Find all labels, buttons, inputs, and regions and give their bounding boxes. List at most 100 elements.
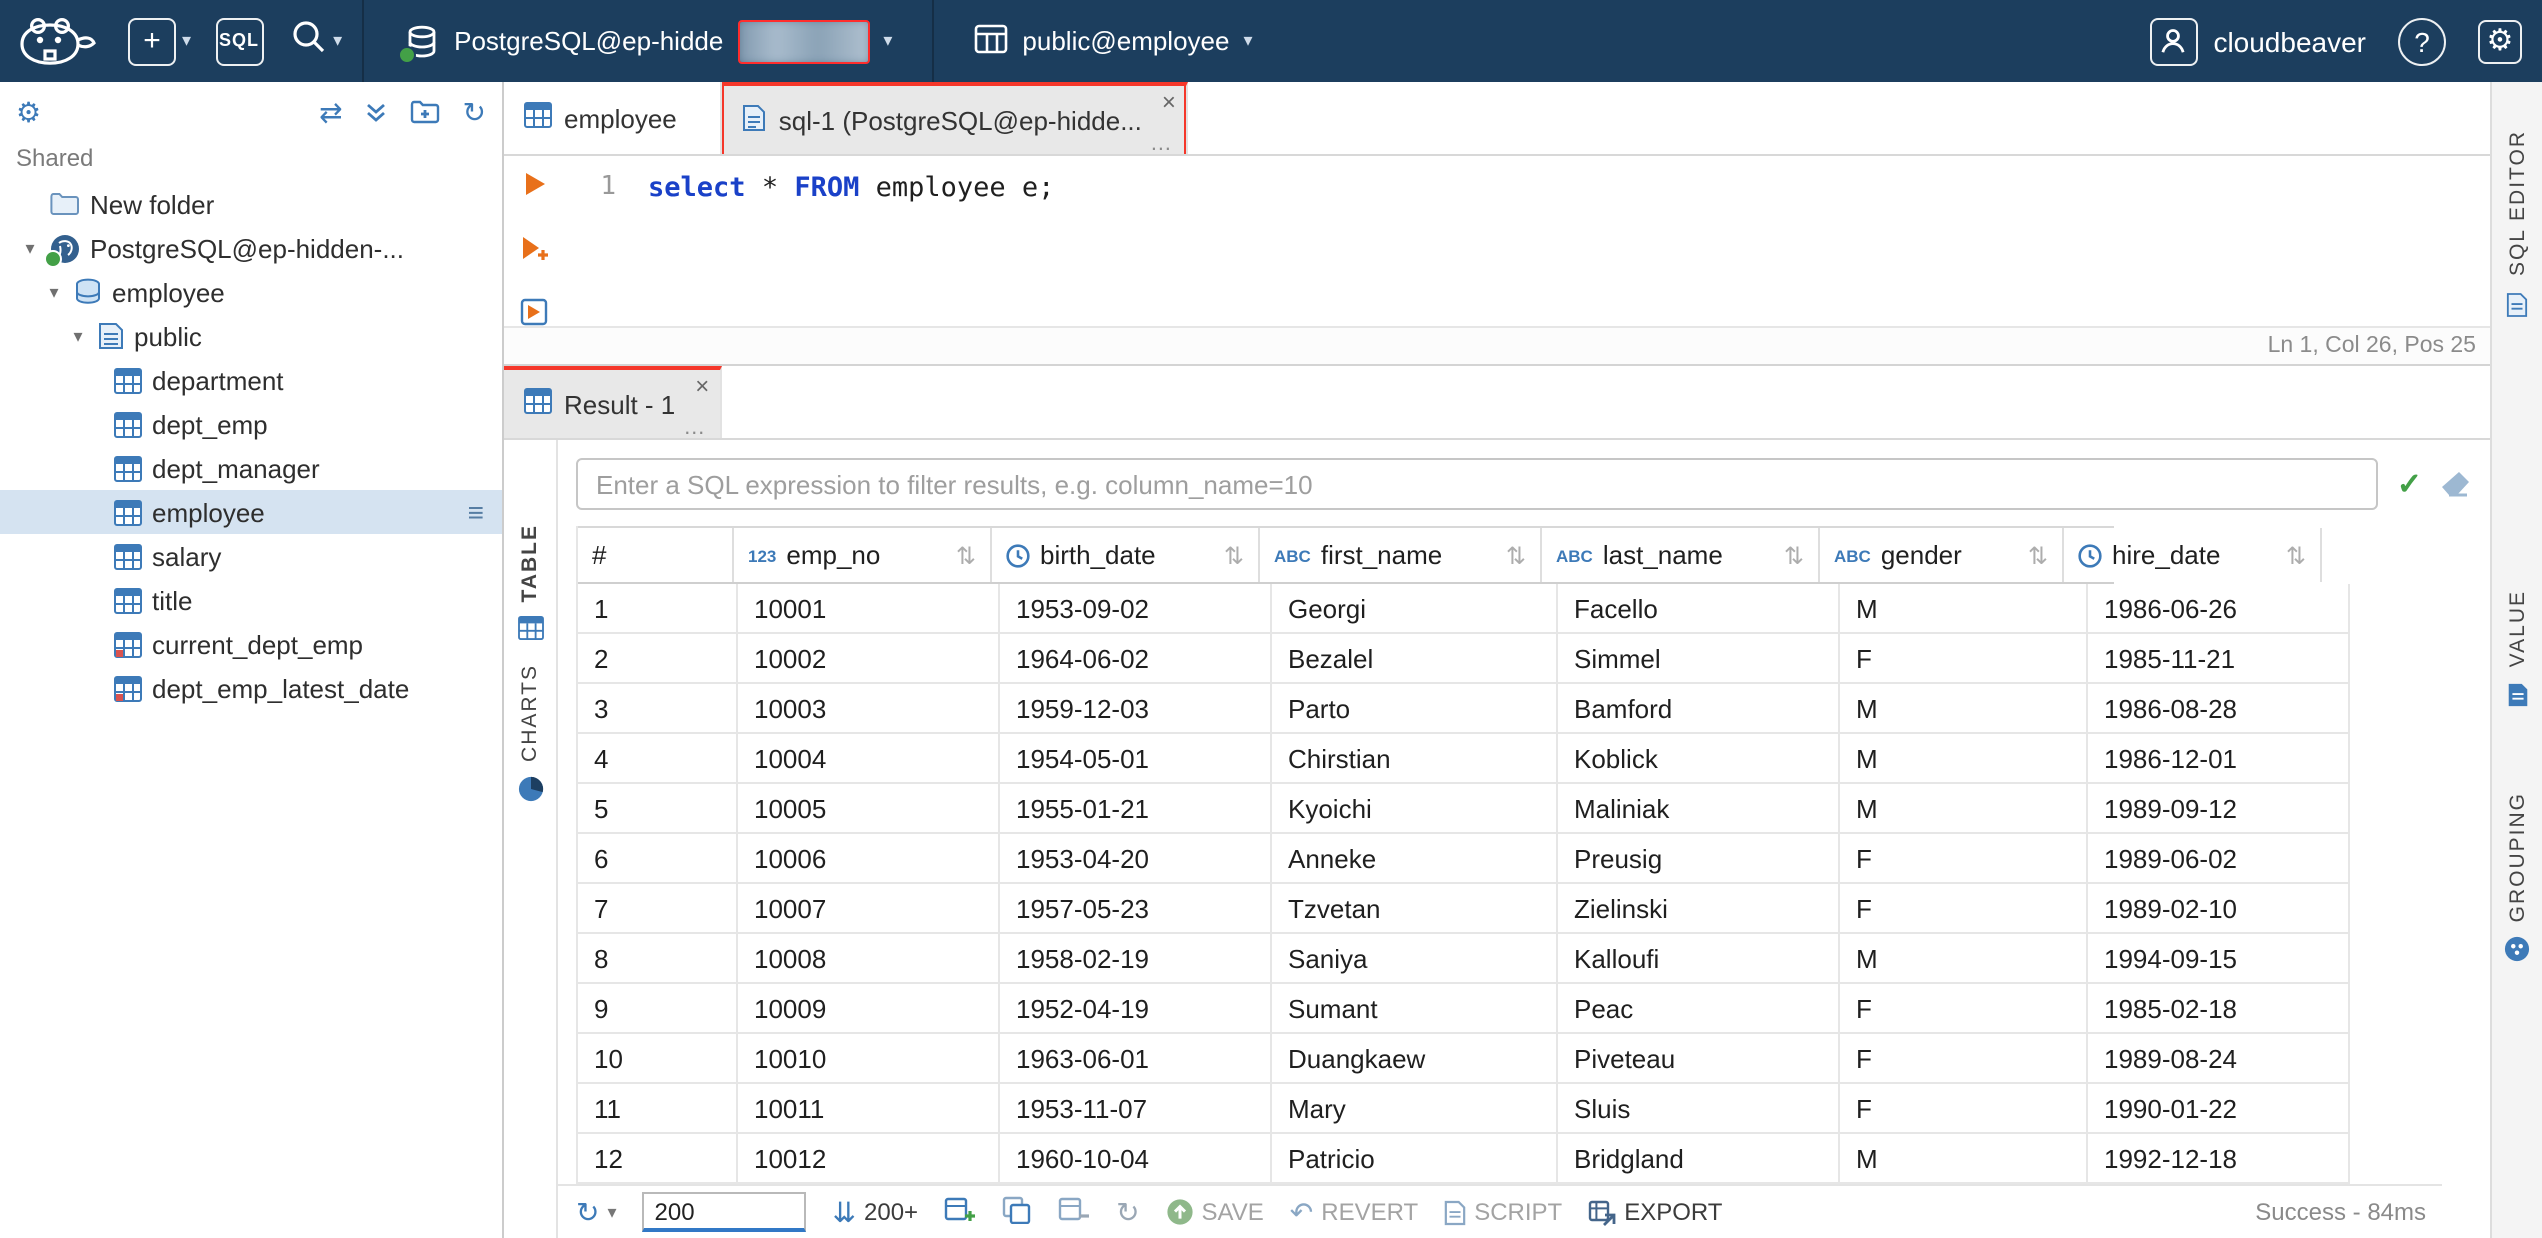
- more-icon[interactable]: …: [1150, 132, 1174, 156]
- cell-birth_date[interactable]: 1957-05-23: [1000, 884, 1272, 934]
- sort-icon[interactable]: ⇅: [1224, 541, 1244, 569]
- sort-icon[interactable]: ⇅: [2286, 541, 2306, 569]
- cell-gender[interactable]: M: [1840, 784, 2088, 834]
- sync-button[interactable]: ⇄: [319, 98, 342, 126]
- execution-plan-button[interactable]: [520, 298, 548, 336]
- tab-employee[interactable]: employee: [504, 82, 723, 154]
- column-header-emp_no[interactable]: 123 emp_no ⇅: [734, 528, 992, 582]
- refresh-results-button[interactable]: ↻ ▾: [576, 1198, 617, 1226]
- cell-last_name[interactable]: Simmel: [1558, 634, 1840, 684]
- cell-birth_date[interactable]: 1958-02-19: [1000, 934, 1272, 984]
- cell-first_name[interactable]: Georgi: [1272, 584, 1558, 634]
- cell-hire_date[interactable]: 1985-11-21: [2088, 634, 2350, 684]
- cell-last_name[interactable]: Piveteau: [1558, 1034, 1840, 1084]
- cell-emp_no[interactable]: 10002: [738, 634, 1000, 684]
- cloudbeaver-logo-icon[interactable]: [12, 13, 100, 69]
- help-button[interactable]: ?: [2398, 17, 2446, 65]
- cell-emp_no[interactable]: 10010: [738, 1034, 1000, 1084]
- cell-hire_date[interactable]: 1989-02-10: [2088, 884, 2350, 934]
- tab-sql-editor-panel[interactable]: SQL EDITOR: [2505, 131, 2529, 317]
- chevron-down-icon[interactable]: ▾: [44, 281, 64, 303]
- cell-gender[interactable]: F: [1840, 884, 2088, 934]
- cell-emp_no[interactable]: 10008: [738, 934, 1000, 984]
- tab-result-1[interactable]: Result - 1 × …: [504, 366, 722, 440]
- cell-birth_date[interactable]: 1963-06-01: [1000, 1034, 1272, 1084]
- column-header-first_name[interactable]: ABC first_name ⇅: [1260, 528, 1542, 582]
- cell-gender[interactable]: M: [1840, 684, 2088, 734]
- table-row[interactable]: 2 10002 1964-06-02 Bezalel Simmel F 1985…: [578, 634, 2350, 684]
- connection-search-button[interactable]: ▾: [287, 16, 342, 66]
- cell-first_name[interactable]: Mary: [1272, 1084, 1558, 1134]
- table-row[interactable]: 1 10001 1953-09-02 Georgi Facello M 1986…: [578, 584, 2350, 634]
- cell-emp_no[interactable]: 10001: [738, 584, 1000, 634]
- cell-first_name[interactable]: Duangkaew: [1272, 1034, 1558, 1084]
- row-number-cell[interactable]: 12: [578, 1134, 738, 1184]
- table-row[interactable]: 11 10011 1953-11-07 Mary Sluis F 1990-01…: [578, 1084, 2350, 1134]
- schema-selector[interactable]: public@employee ▾: [954, 0, 1272, 82]
- cell-last_name[interactable]: Sluis: [1558, 1084, 1840, 1134]
- table-row[interactable]: 12 10012 1960-10-04 Patricio Bridgland M…: [578, 1134, 2350, 1184]
- cell-birth_date[interactable]: 1960-10-04: [1000, 1134, 1272, 1184]
- script-button[interactable]: SCRIPT: [1444, 1198, 1562, 1226]
- item-menu-icon[interactable]: ≡: [468, 496, 484, 528]
- cell-last_name[interactable]: Maliniak: [1558, 784, 1840, 834]
- close-icon[interactable]: ×: [1162, 88, 1176, 116]
- table-row[interactable]: 5 10005 1955-01-21 Kyoichi Maliniak M 19…: [578, 784, 2350, 834]
- delete-row-button[interactable]: [1058, 1195, 1090, 1229]
- tree-item-table-department[interactable]: department: [0, 358, 502, 402]
- row-number-cell[interactable]: 7: [578, 884, 738, 934]
- sql-editor[interactable]: 1 select * FROM employee e;: [504, 156, 2542, 326]
- row-number-cell[interactable]: 1: [578, 584, 738, 634]
- new-connection-button[interactable]: + ▾: [128, 17, 191, 65]
- cell-first_name[interactable]: Bezalel: [1272, 634, 1558, 684]
- sort-icon[interactable]: ⇅: [1784, 541, 1804, 569]
- add-row-button[interactable]: [944, 1195, 976, 1229]
- tree-item-view-current_dept_emp[interactable]: current_dept_emp: [0, 622, 502, 666]
- cell-birth_date[interactable]: 1955-01-21: [1000, 784, 1272, 834]
- cell-gender[interactable]: M: [1840, 584, 2088, 634]
- table-row[interactable]: 9 10009 1952-04-19 Sumant Peac F 1985-02…: [578, 984, 2350, 1034]
- cell-last_name[interactable]: Zielinski: [1558, 884, 1840, 934]
- cell-hire_date[interactable]: 1994-09-15: [2088, 934, 2350, 984]
- cell-gender[interactable]: F: [1840, 1034, 2088, 1084]
- save-button[interactable]: SAVE: [1166, 1198, 1264, 1226]
- cell-hire_date[interactable]: 1986-08-28: [2088, 684, 2350, 734]
- row-number-cell[interactable]: 11: [578, 1084, 738, 1134]
- filter-input[interactable]: [576, 458, 2379, 510]
- table-row[interactable]: 3 10003 1959-12-03 Parto Bamford M 1986-…: [578, 684, 2350, 734]
- tree-item-view-dept_emp_latest_date[interactable]: dept_emp_latest_date: [0, 666, 502, 710]
- cell-last_name[interactable]: Kalloufi: [1558, 934, 1840, 984]
- cell-first_name[interactable]: Tzvetan: [1272, 884, 1558, 934]
- cell-first_name[interactable]: Saniya: [1272, 934, 1558, 984]
- column-header-gender[interactable]: ABC gender ⇅: [1820, 528, 2064, 582]
- row-number-cell[interactable]: 4: [578, 734, 738, 784]
- cell-birth_date[interactable]: 1954-05-01: [1000, 734, 1272, 784]
- cell-emp_no[interactable]: 10003: [738, 684, 1000, 734]
- cell-emp_no[interactable]: 10012: [738, 1134, 1000, 1184]
- cell-hire_date[interactable]: 1989-06-02: [2088, 834, 2350, 884]
- tree-item-table-dept_manager[interactable]: dept_manager: [0, 446, 502, 490]
- cell-last_name[interactable]: Bamford: [1558, 684, 1840, 734]
- tree-item-table-employee[interactable]: employee ≡: [0, 490, 502, 534]
- cell-birth_date[interactable]: 1953-09-02: [1000, 584, 1272, 634]
- cell-birth_date[interactable]: 1953-04-20: [1000, 834, 1272, 884]
- cell-birth_date[interactable]: 1964-06-02: [1000, 634, 1272, 684]
- row-number-cell[interactable]: 2: [578, 634, 738, 684]
- execute-query-button[interactable]: [521, 170, 547, 208]
- sort-icon[interactable]: ⇅: [956, 541, 976, 569]
- tab-value-panel[interactable]: VALUE: [2505, 590, 2529, 707]
- row-number-cell[interactable]: 3: [578, 684, 738, 734]
- table-row[interactable]: 7 10007 1957-05-23 Tzvetan Zielinski F 1…: [578, 884, 2350, 934]
- cell-gender[interactable]: F: [1840, 1084, 2088, 1134]
- execute-script-button[interactable]: [519, 234, 549, 272]
- cell-hire_date[interactable]: 1985-02-18: [2088, 984, 2350, 1034]
- cell-first_name[interactable]: Sumant: [1272, 984, 1558, 1034]
- tree-item-database[interactable]: ▾ employee: [0, 270, 502, 314]
- cell-birth_date[interactable]: 1952-04-19: [1000, 984, 1272, 1034]
- row-number-cell[interactable]: 5: [578, 784, 738, 834]
- refresh-tree-button[interactable]: ↻: [463, 98, 486, 126]
- connection-selector[interactable]: PostgreSQL@ep-hidde ▾: [384, 0, 912, 82]
- tree-item-new-folder[interactable]: New folder: [0, 182, 502, 226]
- cell-first_name[interactable]: Parto: [1272, 684, 1558, 734]
- cell-emp_no[interactable]: 10007: [738, 884, 1000, 934]
